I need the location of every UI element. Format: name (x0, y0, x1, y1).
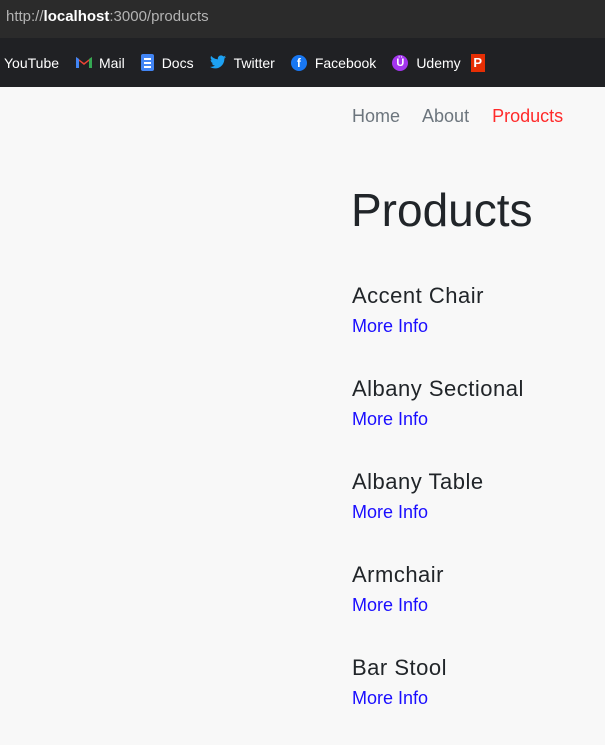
more-info-link[interactable]: More Info (352, 405, 428, 433)
bookmark-youtube[interactable]: YouTube (4, 55, 59, 71)
bookmark-udemy[interactable]: Ü Udemy (392, 54, 461, 71)
nav-home-link[interactable]: Home (352, 106, 400, 126)
pinterest-like-icon: P (470, 53, 485, 72)
bookmarks-bar: YouTube Mail Docs Twitter f Facebook Ü U… (0, 38, 605, 87)
bookmark-label: Facebook (314, 54, 377, 71)
more-info-link[interactable]: More Info (352, 591, 428, 619)
bookmark-label: YouTube (4, 54, 60, 71)
url-host: localhost (43, 8, 110, 25)
list-item: Albany Table More Info (352, 466, 602, 559)
bookmark-twitter[interactable]: Twitter (209, 54, 275, 71)
product-list: Accent Chair More Info Albany Sectional … (352, 280, 602, 745)
list-item: Accent Chair More Info (352, 280, 602, 373)
page-content: Home About Products Products Accent Chai… (0, 87, 605, 725)
udemy-icon: Ü (392, 54, 409, 71)
main-nav: Home About Products (352, 106, 563, 127)
bookmark-label: Twitter (233, 54, 275, 71)
more-info-link[interactable]: More Info (352, 498, 428, 526)
browser-chrome: http://localhost:3000/products YouTube M… (0, 0, 605, 87)
nav-about-link[interactable]: About (422, 106, 469, 126)
nav-products-link[interactable]: Products (492, 106, 563, 126)
product-name: Albany Table (352, 469, 484, 494)
twitter-icon (209, 54, 226, 71)
bookmark-label: Udemy (416, 54, 461, 71)
bookmark-docs[interactable]: Docs (140, 54, 194, 71)
bookmark-facebook[interactable]: f Facebook (290, 54, 377, 71)
url-prefix: http:// (6, 8, 44, 25)
gmail-icon (75, 55, 93, 71)
url-path: :3000/products (109, 8, 209, 25)
list-item: Bar Stool More Info (352, 652, 602, 745)
product-name: Accent Chair (352, 283, 484, 308)
product-name: Armchair (352, 562, 445, 587)
list-item: Armchair More Info (352, 559, 602, 652)
product-name: Albany Sectional (352, 376, 524, 401)
bookmark-label: Mail (99, 54, 125, 71)
product-name: Bar Stool (352, 655, 447, 680)
docs-icon (140, 54, 154, 71)
page-title: Products (351, 184, 533, 236)
address-bar[interactable]: http://localhost:3000/products (0, 0, 605, 38)
bookmark-partial[interactable]: P (470, 53, 493, 72)
bookmark-mail[interactable]: Mail (75, 55, 125, 71)
list-item: Albany Sectional More Info (352, 373, 602, 466)
more-info-link[interactable]: More Info (352, 684, 428, 712)
facebook-icon: f (290, 54, 307, 71)
more-info-link[interactable]: More Info (352, 312, 428, 340)
bookmark-label: Docs (161, 54, 194, 71)
